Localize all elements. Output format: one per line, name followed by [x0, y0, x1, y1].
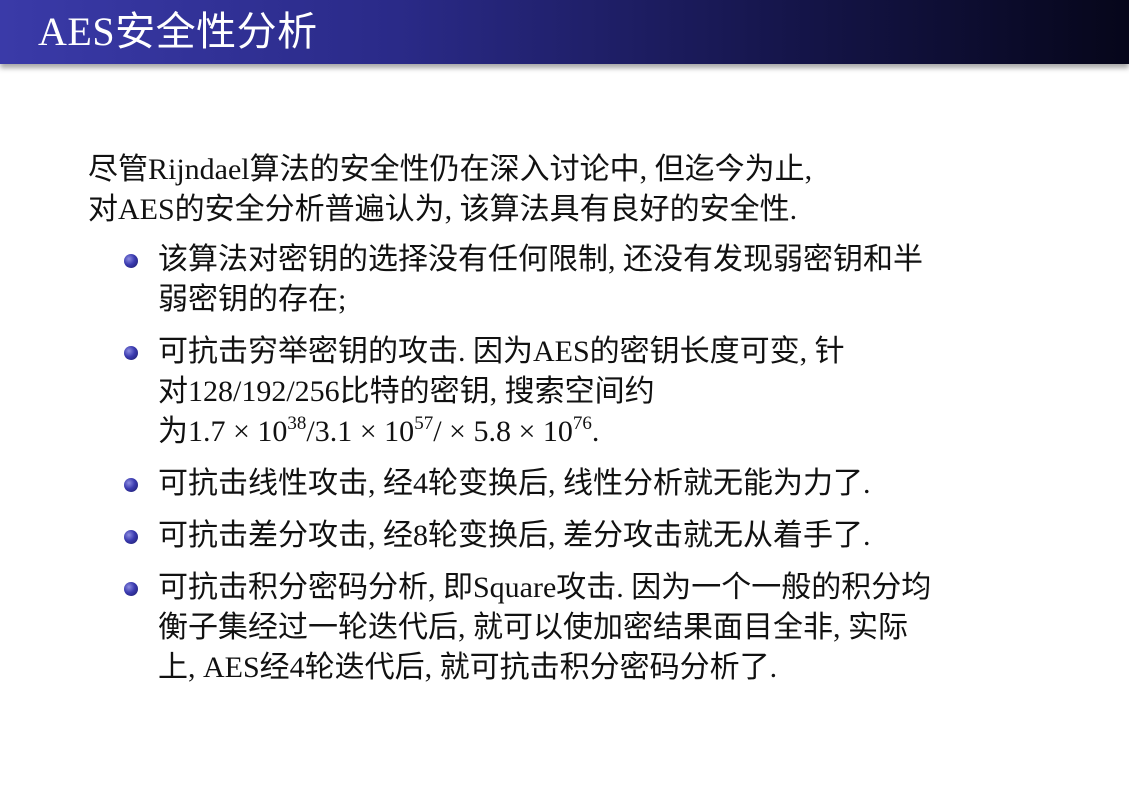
- bullet-item-square-attack: 可抗击积分密码分析, 即Square攻击. 因为一个一般的积分均 衡子集经过一轮…: [88, 568, 1098, 688]
- bullet-line: 上, AES经4轮迭代后, 就可抗击积分密码分析了.: [158, 651, 778, 684]
- bullet-dot-icon: [124, 478, 138, 492]
- keyspace-formula: 为1.7 × 1038/3.1 × 1057/ × 5.8 × 1076.: [158, 412, 1098, 452]
- formula-end: .: [591, 415, 600, 448]
- bullet-list: 该算法对密钥的选择没有任何限制, 还没有发现弱密钥和半 弱密钥的存在; 可抗击穷…: [88, 240, 1098, 688]
- formula-exponent-256: 76: [572, 413, 592, 434]
- bullet-item-differential-attack: 可抗击差分攻击, 经8轮变换后, 差分攻击就无从着手了.: [88, 516, 1098, 556]
- formula-term-256: / × 5.8 × 10: [433, 415, 573, 448]
- bullet-dot-icon: [124, 530, 138, 544]
- bullet-line: 可抗击线性攻击, 经4轮变换后, 线性分析就无能为力了.: [158, 467, 871, 500]
- slide-content: 尽管Rijndael算法的安全性仍在深入讨论中, 但迄今为止, 对AES的安全分…: [88, 150, 1098, 700]
- bullet-dot-icon: [124, 254, 138, 268]
- slide-title: AES安全性分析: [38, 9, 318, 54]
- intro-paragraph: 尽管Rijndael算法的安全性仍在深入讨论中, 但迄今为止, 对AES的安全分…: [88, 150, 1098, 230]
- bullet-dot-icon: [124, 582, 138, 596]
- formula-term-128: 1.7 × 10: [188, 415, 288, 448]
- formula-term-192: /3.1 × 10: [306, 415, 415, 448]
- intro-line: 尽管Rijndael算法的安全性仍在深入讨论中, 但迄今为止,: [88, 153, 813, 186]
- bullet-line: 对128/192/256比特的密钥, 搜索空间约: [158, 375, 655, 408]
- formula-prefix: 为: [158, 415, 188, 448]
- bullet-line: 可抗击穷举密钥的攻击. 因为AES的密钥长度可变, 针: [158, 335, 845, 368]
- bullet-line: 弱密钥的存在;: [158, 283, 347, 316]
- bullet-line: 可抗击差分攻击, 经8轮变换后, 差分攻击就无从着手了.: [158, 519, 871, 552]
- bullet-dot-icon: [124, 346, 138, 360]
- bullet-item-weak-keys: 该算法对密钥的选择没有任何限制, 还没有发现弱密钥和半 弱密钥的存在;: [88, 240, 1098, 320]
- title-bar: AES安全性分析: [0, 0, 1129, 64]
- bullet-item-brute-force: 可抗击穷举密钥的攻击. 因为AES的密钥长度可变, 针 对128/192/256…: [88, 332, 1098, 452]
- bullet-item-linear-attack: 可抗击线性攻击, 经4轮变换后, 线性分析就无能为力了.: [88, 464, 1098, 504]
- formula-exponent-128: 38: [287, 413, 307, 434]
- bullet-line: 衡子集经过一轮迭代后, 就可以使加密结果面目全非, 实际: [158, 611, 908, 644]
- formula-exponent-192: 57: [414, 413, 434, 434]
- bullet-line: 可抗击积分密码分析, 即Square攻击. 因为一个一般的积分均: [158, 571, 932, 604]
- bullet-line: 该算法对密钥的选择没有任何限制, 还没有发现弱密钥和半: [158, 243, 923, 276]
- intro-line: 对AES的安全分析普遍认为, 该算法具有良好的安全性.: [88, 193, 798, 226]
